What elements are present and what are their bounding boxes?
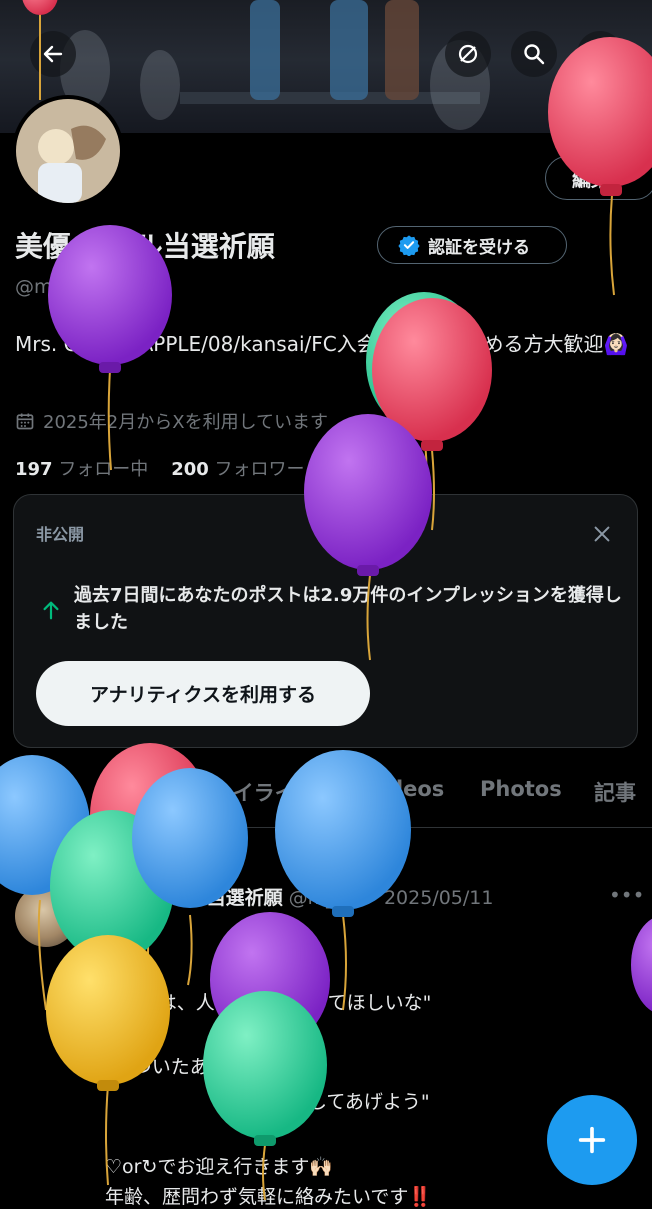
- post-line: "傷ついたあなたを: [105, 1056, 266, 1078]
- balloon-purple: [631, 918, 652, 1012]
- followers-link[interactable]: 200 フォロワー: [171, 459, 304, 480]
- following-label: フォロー中: [58, 459, 149, 480]
- private-label: 非公開: [36, 525, 85, 544]
- get-verified-label: 認証を受ける: [428, 237, 530, 258]
- sync-button[interactable]: [445, 31, 491, 77]
- post-line: 癒やしてあげよう": [270, 1091, 430, 1113]
- banner-figure: [330, 0, 368, 100]
- close-icon: [594, 526, 610, 542]
- compose-button[interactable]: [547, 1095, 637, 1185]
- profile-tabs: ポスト 返信 ハイライト Videos Photos 記事: [0, 765, 652, 828]
- more-options-button[interactable]: •••: [609, 883, 644, 907]
- plus-icon: [578, 1126, 606, 1154]
- verified-badge-icon: [398, 235, 420, 256]
- profile-handle: @m_uuu08: [15, 276, 123, 298]
- followers-count: 200: [171, 459, 209, 480]
- post-line: 年齢、歴問わず気軽に絡みたいです‼️: [105, 1186, 433, 1208]
- search-icon: [524, 44, 545, 65]
- banner-figure: [385, 0, 419, 100]
- arrow-up-icon: [40, 599, 62, 625]
- tab-replies[interactable]: 返信: [128, 777, 170, 807]
- avatar-portrait: [16, 99, 120, 203]
- active-tab-indicator: [18, 823, 90, 827]
- share-button[interactable]: [577, 31, 623, 77]
- tab-posts[interactable]: ポスト: [22, 777, 85, 807]
- post-meta: @m_u... · 2025/05/11: [288, 887, 494, 909]
- arrow-left-icon: [43, 45, 63, 63]
- tab-highlights[interactable]: ハイライト: [212, 777, 317, 807]
- profile-avatar[interactable]: [12, 95, 124, 207]
- pinned-label: 固定: [105, 854, 138, 873]
- post-line: ♡or↻でお迎え行きます🙌🏻: [105, 1156, 334, 1178]
- close-card-button[interactable]: [591, 523, 613, 549]
- profile-bio: Mrs. GREEN APPLE/08/kansai/FC入会済/気軽に絡める方…: [15, 332, 629, 356]
- following-link[interactable]: 197 フォロー中: [15, 459, 148, 480]
- post-avatar[interactable]: [15, 885, 77, 947]
- analytics-button[interactable]: アナリティクスを利用する: [36, 661, 370, 726]
- banner-mist: [140, 50, 180, 120]
- tab-articles[interactable]: 記事: [594, 777, 636, 807]
- post-header: 美優 バベル当選祈願 @m_u... · 2025/05/11: [105, 883, 493, 910]
- tab-videos[interactable]: Videos: [365, 777, 444, 801]
- edit-profile-button[interactable]: 編集: [545, 156, 652, 200]
- following-count: 197: [15, 459, 53, 480]
- post-line: "人は、人は笑顔であってほしいな": [130, 992, 432, 1014]
- search-button[interactable]: [511, 31, 557, 77]
- display-name: 美優 バベル当選祈願: [15, 231, 275, 262]
- follow-counts: 197 フォロー中 200 フォロワー: [15, 455, 305, 481]
- post-tag: Tag: [105, 920, 133, 939]
- joined-date: 2025年2月からXを利用しています: [15, 408, 328, 434]
- share-icon: [591, 43, 609, 64]
- get-verified-button[interactable]: 認証を受ける: [377, 226, 567, 264]
- circle-slash-icon: [458, 44, 478, 64]
- tab-photos[interactable]: Photos: [480, 777, 562, 801]
- banner-figure: [250, 0, 280, 100]
- followers-label: フォロワー: [214, 459, 305, 480]
- impressions-message: 過去7日間にあなたのポストは2.9万件のインプレッションを獲得しました: [74, 585, 622, 633]
- post-author[interactable]: 美優 バベル当選祈願: [105, 887, 283, 909]
- analytics-card: 非公開 過去7日間にあなたのポストは2.9万件のインプレッションを獲得しました …: [13, 494, 638, 748]
- calendar-icon: [16, 413, 34, 430]
- back-button[interactable]: [30, 31, 76, 77]
- balloon-purple: [210, 912, 330, 1048]
- joined-text: 2025年2月からXを利用しています: [43, 412, 329, 433]
